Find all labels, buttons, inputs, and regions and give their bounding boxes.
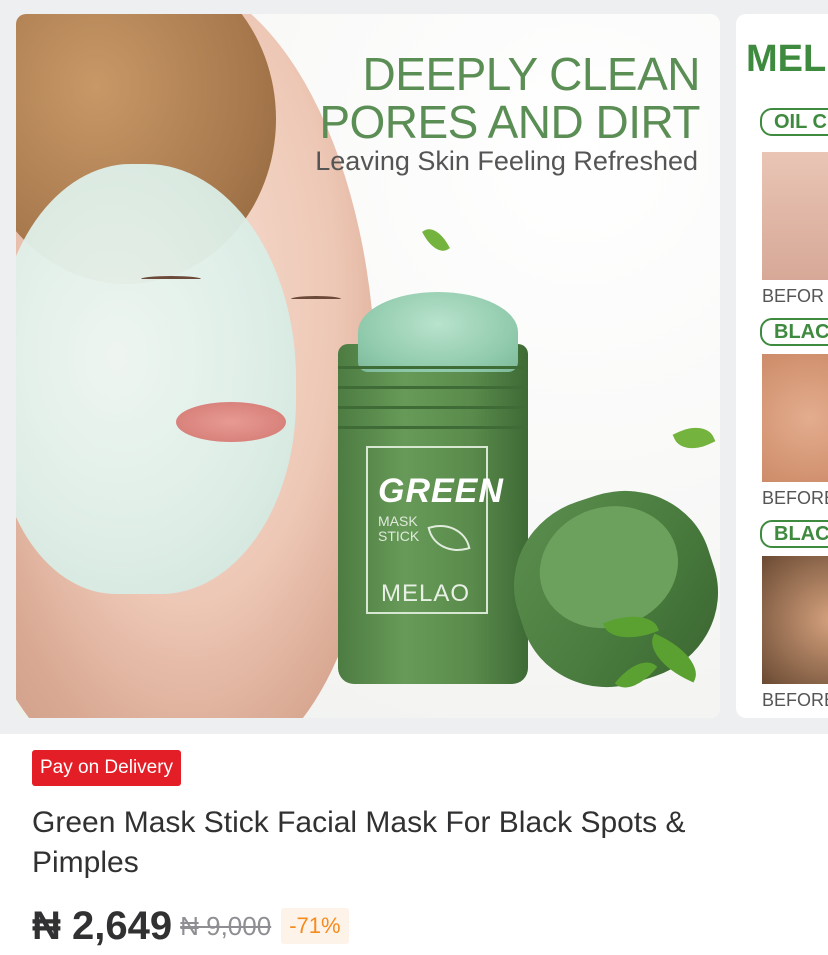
current-price: ₦ 2,649 [32, 903, 173, 948]
next-image-caption: BEFORE [762, 488, 828, 508]
before-photo [762, 152, 828, 280]
model-lips [176, 402, 286, 442]
next-image-title: MEL [746, 38, 827, 80]
discount-badge: -71% [281, 908, 349, 944]
headline-line2: PORES AND DIRT [319, 96, 700, 148]
pack-brand: MELAO [381, 580, 471, 607]
product-image-main[interactable]: DEEPLY CLEAN PORES AND DIRT Leaving Skin… [16, 14, 720, 718]
next-image-tag: OIL C [760, 108, 828, 136]
pack-label-mask-stick: MASK STICK [378, 514, 419, 544]
before-photo [762, 354, 828, 482]
stick-ridge [338, 386, 528, 389]
mask-stick-top [358, 292, 518, 372]
product-image-next[interactable]: MEL OIL C BEFOR BLAC BEFORE BLAC BEFORE [736, 14, 828, 718]
pack-label-green: GREEN [378, 472, 504, 510]
image-subline: Leaving Skin Feeling Refreshed [315, 146, 698, 176]
pay-on-delivery-badge: Pay on Delivery [32, 750, 182, 786]
pack-label-stick: STICK [378, 528, 420, 544]
old-price: ₦ 9,000 [180, 910, 272, 941]
next-image-caption: BEFOR [762, 286, 825, 306]
next-image-tag: BLAC [760, 318, 828, 346]
next-image-caption: BEFORE [762, 690, 828, 710]
stick-ridge [338, 406, 528, 409]
price-row: ₦ 2,649 ₦ 9,000 -71% [32, 900, 349, 952]
stick-ridge [338, 426, 528, 429]
pack-label-mask: MASK [378, 513, 418, 529]
image-headline: DEEPLY CLEAN PORES AND DIRT [319, 50, 700, 146]
model-eye-right [291, 296, 341, 302]
product-title: Green Mask Stick Facial Mask For Black S… [32, 806, 686, 879]
stick-ridge [338, 366, 528, 369]
next-image-tag: BLAC [760, 520, 828, 548]
before-photo [762, 556, 828, 684]
image-gallery[interactable]: DEEPLY CLEAN PORES AND DIRT Leaving Skin… [0, 0, 828, 734]
headline-line1: DEEPLY CLEAN [362, 48, 701, 100]
model-eye-left [141, 276, 201, 282]
